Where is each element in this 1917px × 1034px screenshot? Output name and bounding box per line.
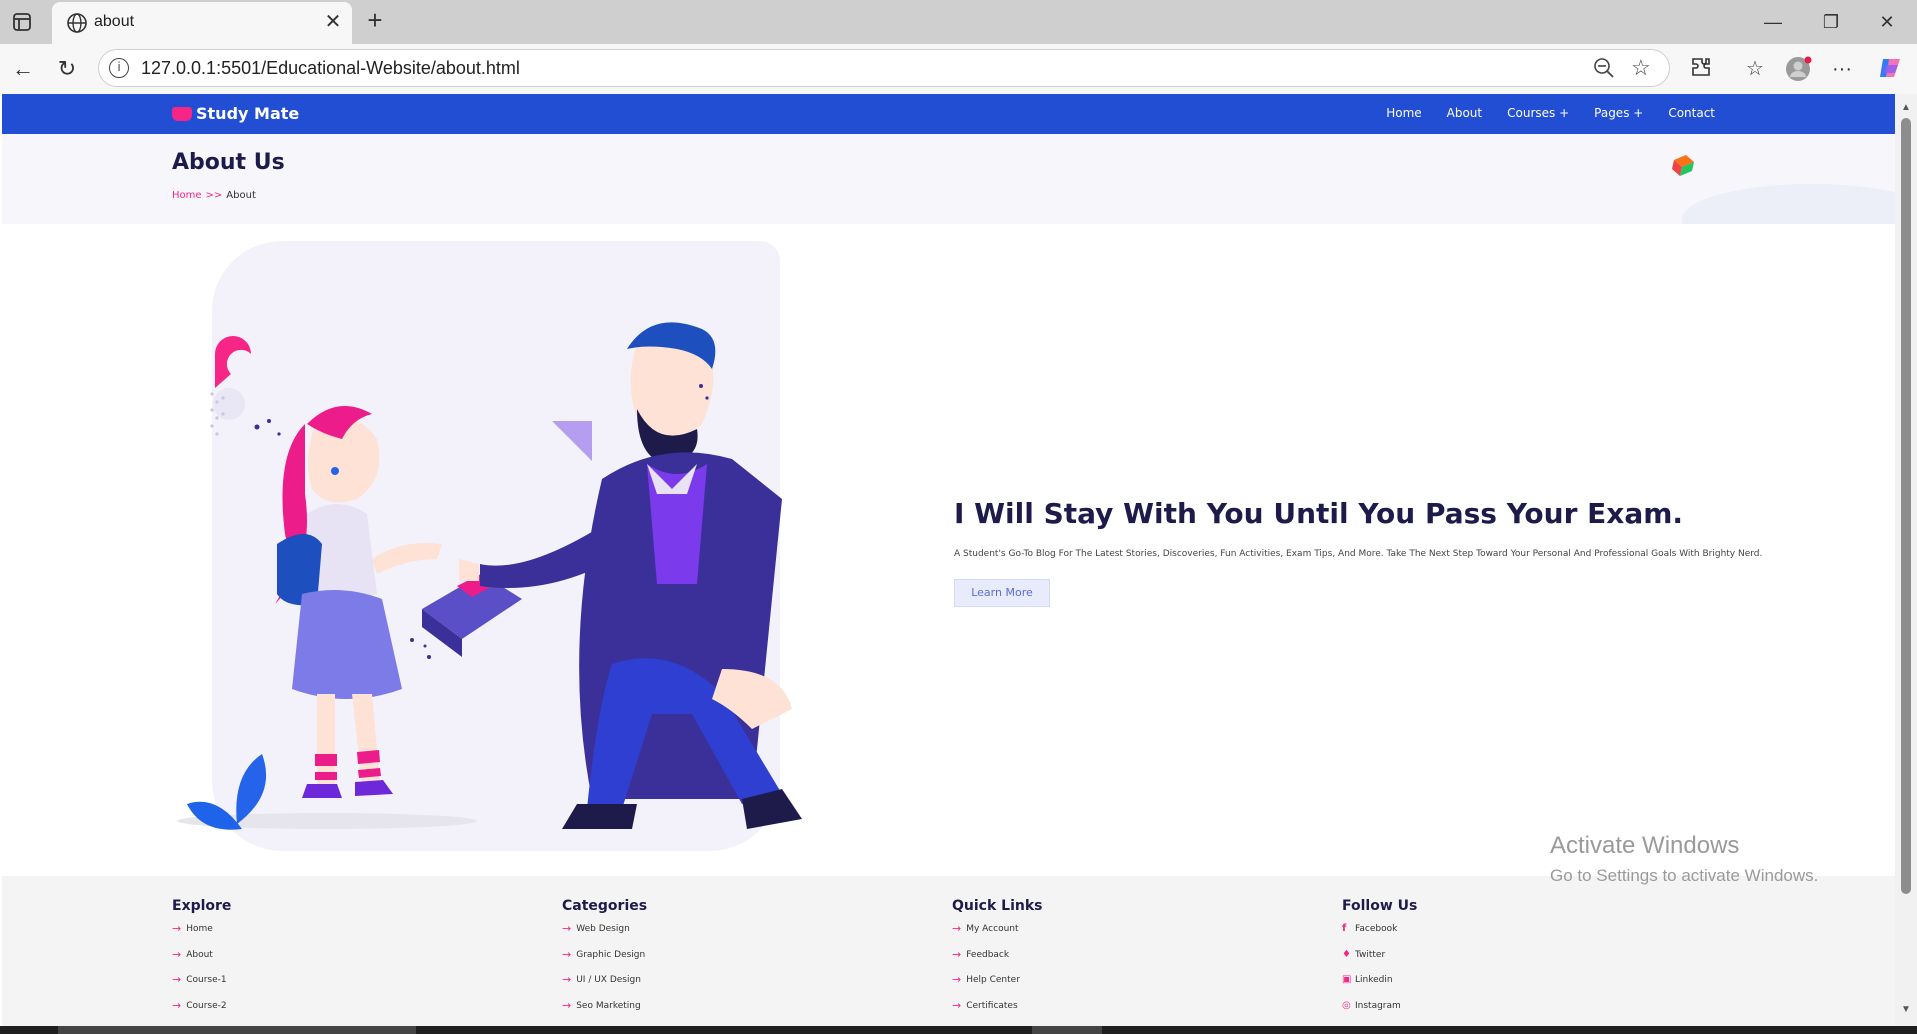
browser-tab-active[interactable]: about ✕ [52, 2, 352, 44]
linkedin-icon: ▣ [1342, 974, 1352, 985]
teacher-student-illustration [177, 322, 802, 830]
footer-link[interactable]: → Help Center [952, 973, 1042, 1001]
watermark-subtitle: Go to Settings to activate Windows. [1550, 866, 1819, 885]
footer-link[interactable]: → Feedback [952, 947, 1042, 976]
watermark-title: Activate Windows [1550, 832, 1740, 859]
taskbar-segment [1032, 1026, 1102, 1034]
breadcrumb-separator: >> [205, 190, 223, 201]
breadcrumb-home-link[interactable]: Home [172, 190, 202, 201]
arrow-right-icon: → [952, 947, 962, 961]
footer-column-title: Quick Links [952, 898, 1043, 914]
browser-tab-bar: about ✕ + — ❐ ✕ [0, 0, 1917, 44]
zoom-icon[interactable] [1593, 57, 1615, 79]
close-window-icon[interactable]: ✕ [1872, 8, 1902, 36]
footer-link[interactable]: → UI / UX Design [562, 973, 647, 1001]
profile-avatar-icon[interactable] [1784, 55, 1812, 83]
arrow-right-icon: → [172, 922, 182, 935]
footer-link[interactable]: → Home [172, 922, 231, 950]
scrollbar-thumb[interactable] [1901, 118, 1911, 894]
favorites-icon[interactable]: ☆ [1741, 55, 1769, 83]
footer-link[interactable]: → My Account [952, 922, 1042, 950]
new-tab-icon[interactable]: + [362, 7, 388, 34]
page-banner: About Us Home >> About [2, 134, 1895, 224]
learn-more-button[interactable]: Learn More [954, 579, 1050, 607]
arrow-right-icon: → [562, 922, 572, 935]
copilot-icon[interactable] [1876, 55, 1904, 83]
footer-social-link[interactable]: f Facebook [1342, 924, 1417, 950]
taskbar-segment [58, 1026, 416, 1034]
extensions-icon[interactable] [1687, 55, 1715, 83]
footer-link[interactable]: → Course-2 [172, 998, 231, 1027]
footer-link[interactable]: → Graphic Design [562, 947, 647, 976]
footer-column-categories: Categories → Web Design → Graphic Design →… [562, 898, 647, 1026]
facebook-icon: f [1342, 923, 1347, 934]
nav-link-about[interactable]: About [1447, 106, 1482, 120]
about-heading: I Will Stay With You Until You Pass Your… [954, 497, 1684, 530]
footer-social-link[interactable]: ▣ Linkedin [1342, 975, 1417, 1001]
favorite-star-icon[interactable]: ☆ [1631, 55, 1651, 81]
nav-menu: Home About Courses + Pages + Contact [1361, 106, 1715, 120]
arrow-right-icon: → [562, 998, 572, 1012]
nav-link-courses[interactable]: Courses + [1507, 106, 1569, 120]
footer-social-link[interactable]: ◎ Instagram [1342, 999, 1417, 1027]
footer-link[interactable]: → Certificates [952, 998, 1042, 1027]
decorative-wave [1682, 184, 1895, 224]
site-logo[interactable]: Study Mate [172, 104, 299, 123]
breadcrumb: Home >> About [172, 190, 256, 201]
site-info-icon[interactable]: i [109, 58, 129, 78]
about-description: A Student's Go-To Blog For The Latest St… [954, 549, 1763, 559]
back-icon[interactable]: ← [10, 56, 36, 82]
instagram-icon: ◎ [1342, 999, 1351, 1011]
refresh-icon[interactable]: ↻ [54, 56, 80, 82]
footer-column-title: Follow Us [1342, 898, 1418, 914]
footer-social-link[interactable]: ♦ Twitter [1342, 948, 1417, 976]
site-navbar: Study Mate Home About Courses + Pages + … [2, 94, 1895, 134]
arrow-right-icon: → [562, 973, 572, 986]
arrow-right-icon: → [952, 973, 962, 986]
tab-title: about [94, 13, 135, 30]
footer-column-quick-links: Quick Links → My Account → Feedback → Help … [952, 898, 1042, 1026]
minimize-icon[interactable]: — [1758, 8, 1788, 36]
footer-column-title: Explore [172, 898, 232, 914]
more-options-icon[interactable]: ··· [1828, 55, 1856, 83]
arrow-right-icon: → [172, 973, 182, 986]
url-text[interactable]: 127.0.0.1:5501/Educational-Website/about… [141, 58, 520, 79]
nav-link-home[interactable]: Home [1386, 106, 1421, 120]
page-title: About Us [172, 150, 285, 175]
address-bar[interactable]: i 127.0.0.1:5501/Educational-Website/abo… [98, 49, 1670, 87]
taskbar-edge [0, 1026, 1917, 1034]
site-footer: Explore → Home → About → Course-1 → Course-2… [2, 876, 1895, 1026]
breadcrumb-current: About [226, 190, 256, 201]
restore-icon[interactable]: ❐ [1816, 8, 1846, 36]
scroll-up-arrow-icon[interactable]: ▲ [1901, 102, 1911, 113]
nav-link-pages[interactable]: Pages + [1594, 106, 1643, 120]
globe-icon [66, 12, 88, 34]
browser-toolbar: ← ↻ i 127.0.0.1:5501/Educational-Website… [0, 44, 1917, 94]
close-tab-icon[interactable]: ✕ [322, 11, 344, 33]
footer-link[interactable]: → Web Design [562, 922, 647, 950]
decorative-cube-icon [1672, 155, 1694, 176]
arrow-right-icon: → [562, 947, 572, 961]
footer-link[interactable]: → Course-1 [172, 973, 231, 1001]
footer-column-explore: Explore → Home → About → Course-1 → Course-2 [172, 898, 231, 1026]
footer-link[interactable]: → Seo Marketing [562, 998, 647, 1027]
logo-text: Study Mate [196, 104, 300, 123]
page-scrollbar[interactable]: ▲ ▼ [1895, 94, 1917, 1026]
nav-link-contact[interactable]: Contact [1668, 106, 1715, 120]
scroll-down-arrow-icon[interactable]: ▼ [1901, 1004, 1911, 1015]
page-viewport: Study Mate Home About Courses + Pages + … [2, 94, 1895, 1026]
arrow-right-icon: → [172, 998, 182, 1012]
twitter-icon: ♦ [1342, 948, 1351, 960]
arrow-right-icon: → [952, 922, 962, 935]
arrow-right-icon: → [952, 998, 962, 1012]
windows-activation-watermark: Activate Windows Go to Settings to activ… [1550, 832, 1818, 886]
footer-column-title: Categories [562, 898, 648, 914]
footer-link[interactable]: → About [172, 947, 231, 976]
graduation-cap-icon [172, 106, 192, 121]
tab-actions-icon[interactable] [10, 10, 34, 34]
footer-column-follow-us: Follow Us f Facebook ♦ Twitter ▣ Linkedin ◎… [1342, 898, 1417, 1026]
arrow-right-icon: → [172, 947, 182, 961]
